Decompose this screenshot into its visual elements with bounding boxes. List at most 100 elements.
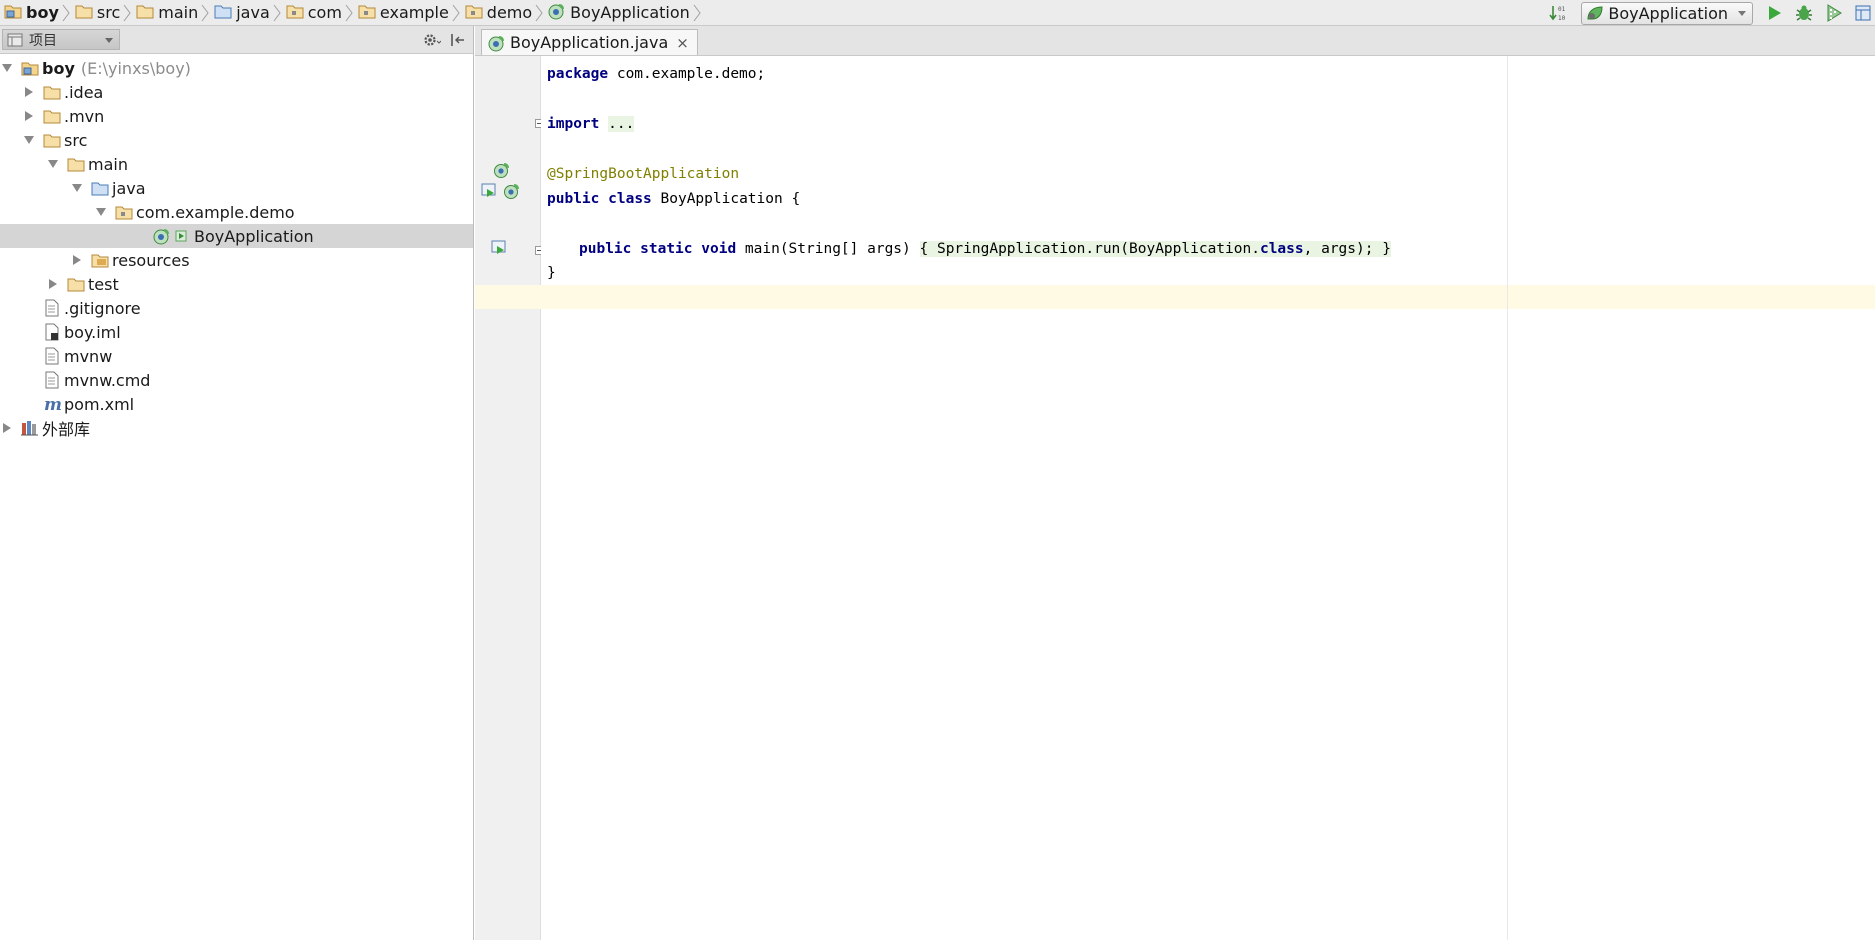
keyword: void (701, 241, 737, 257)
project-panel-tools (417, 30, 469, 50)
hide-panel-button[interactable] (447, 30, 469, 50)
coverage-button[interactable] (1823, 2, 1845, 24)
svg-text:01: 01 (1558, 6, 1566, 13)
keyword: public (547, 191, 600, 207)
tree-expanded-arrow-icon[interactable] (94, 200, 108, 224)
tree-item-com-example-demo[interactable]: com.example.demo (0, 200, 473, 224)
coverage-icon (1827, 4, 1842, 22)
project-folder-icon (20, 58, 40, 78)
spring-boot-icon (1587, 6, 1603, 20)
tree-item-idea[interactable]: .idea (0, 80, 473, 104)
tree-item-resources[interactable]: resources (0, 248, 473, 272)
sort-icon: 01 10 (1549, 6, 1566, 22)
breadcrumb-separator-icon (452, 4, 460, 21)
tree-item-label: mvnw.cmd (64, 370, 151, 390)
file-icon (42, 370, 62, 390)
breadcrumb-item-boy[interactable]: boy (4, 0, 59, 26)
breadcrumb-separator-icon (123, 4, 131, 21)
project-settings-button[interactable] (421, 30, 443, 50)
run-class-icon[interactable] (481, 182, 501, 200)
folded-imports[interactable]: ... (608, 116, 635, 132)
tree-collapsed-arrow-icon[interactable] (22, 80, 36, 104)
tree-item-boy-iml[interactable]: boy.iml (0, 320, 473, 344)
run-icon (1769, 6, 1781, 20)
tree-item-java[interactable]: java (0, 176, 473, 200)
tree-item-pom-xml[interactable]: m pom.xml (0, 392, 473, 416)
sort-button[interactable]: 01 10 (1547, 2, 1569, 24)
tree-item-label: 外部库 (42, 420, 91, 439)
breadcrumb-item-example[interactable]: example (358, 0, 449, 26)
breadcrumb-label: java (236, 3, 270, 22)
tree-item-main[interactable]: main (0, 152, 473, 176)
tree-item-boyapplication[interactable]: BoyApplication (0, 224, 473, 248)
tree-item-src[interactable]: src (0, 128, 473, 152)
breadcrumb-separator-icon (345, 4, 353, 21)
tree-item-gitignore[interactable]: .gitignore (0, 296, 473, 320)
tree-collapsed-arrow-icon[interactable] (46, 272, 60, 296)
run-configuration-select[interactable]: BoyApplication (1581, 1, 1753, 25)
spring-bean-icon[interactable] (503, 182, 521, 200)
tree-collapsed-arrow-icon[interactable] (22, 104, 36, 128)
tree-collapsed-arrow-icon[interactable] (70, 248, 84, 272)
breadcrumb-separator-icon (273, 4, 281, 21)
tree-item-test[interactable]: test (0, 272, 473, 296)
folder-icon (42, 106, 62, 126)
breadcrumb-separator-icon (62, 4, 70, 21)
project-view-select[interactable]: 项目 (2, 29, 120, 50)
breadcrumb-item-main[interactable]: main (136, 0, 198, 26)
chevron-down-icon (105, 38, 113, 43)
tree-item-external-libraries[interactable]: 外部库 (0, 416, 473, 440)
breadcrumb-item-demo[interactable]: demo (465, 0, 532, 26)
breadcrumb: boy src main java com example demo BoyAp… (0, 0, 706, 26)
tree-expanded-arrow-icon[interactable] (22, 128, 36, 152)
tree-item-mvnw[interactable]: mvnw (0, 344, 473, 368)
close-icon[interactable]: × (676, 34, 689, 52)
library-icon (20, 418, 40, 438)
breadcrumb-label: com (307, 3, 342, 22)
tree-item-label: resources (112, 250, 190, 270)
folder-icon (42, 130, 62, 150)
code-line-8: public static void main(String[] args) {… (579, 237, 1391, 261)
breadcrumb-item-boyapplication[interactable]: BoyApplication (548, 0, 690, 26)
tab-boyapplication-java[interactable]: BoyApplication.java × (481, 29, 698, 55)
breadcrumb-item-java[interactable]: java (214, 0, 270, 26)
breadcrumb-label: example (379, 3, 449, 22)
layout-button[interactable] (1853, 2, 1875, 24)
code-text: com.example.demo; (608, 66, 766, 82)
tree-item-label: main (88, 154, 128, 174)
breadcrumb-label: demo (486, 3, 533, 22)
svg-text:10: 10 (1558, 15, 1566, 22)
tree-collapsed-arrow-icon[interactable] (0, 416, 14, 440)
editor-tab-bar: BoyApplication.java × (475, 26, 1875, 56)
source-folder-icon (214, 3, 232, 23)
tree-expanded-arrow-icon[interactable] (46, 152, 60, 176)
tree-item-boy[interactable]: boy (E:\yinxs\boy) (0, 56, 473, 80)
tree-item-label: test (88, 274, 119, 294)
run-main-icon[interactable] (491, 239, 511, 257)
folded-method-body[interactable]: { SpringApplication.run(BoyApplication.c… (919, 241, 1391, 257)
annotation: @SpringBootApplication (547, 166, 740, 182)
keyword: import (547, 116, 600, 132)
spring-bean-icon[interactable] (493, 161, 511, 179)
breadcrumb-item-com[interactable]: com (286, 0, 342, 26)
folder-icon (136, 3, 154, 23)
debug-button[interactable] (1793, 2, 1815, 24)
code-text: } (547, 265, 556, 281)
breadcrumb-label: boy (26, 3, 59, 22)
breadcrumb-item-src[interactable]: src (75, 0, 120, 26)
keyword: public (579, 241, 632, 257)
tree-item-mvnw-cmd[interactable]: mvnw.cmd (0, 368, 473, 392)
keyword: class (1259, 241, 1304, 257)
code-editor[interactable]: package com.example.demo; import ... @Sp… (541, 56, 1875, 940)
right-margin-guide (1507, 56, 1508, 940)
tree-item-mvn[interactable]: .mvn (0, 104, 473, 128)
tree-expanded-arrow-icon[interactable] (70, 176, 84, 200)
tree-item-label: boy (42, 58, 75, 78)
tree-item-label: .idea (64, 82, 104, 102)
tree-item-label: com.example.demo (136, 202, 295, 222)
run-button[interactable] (1763, 2, 1785, 24)
tree-expanded-arrow-icon[interactable] (0, 56, 14, 80)
file-icon (42, 298, 62, 318)
